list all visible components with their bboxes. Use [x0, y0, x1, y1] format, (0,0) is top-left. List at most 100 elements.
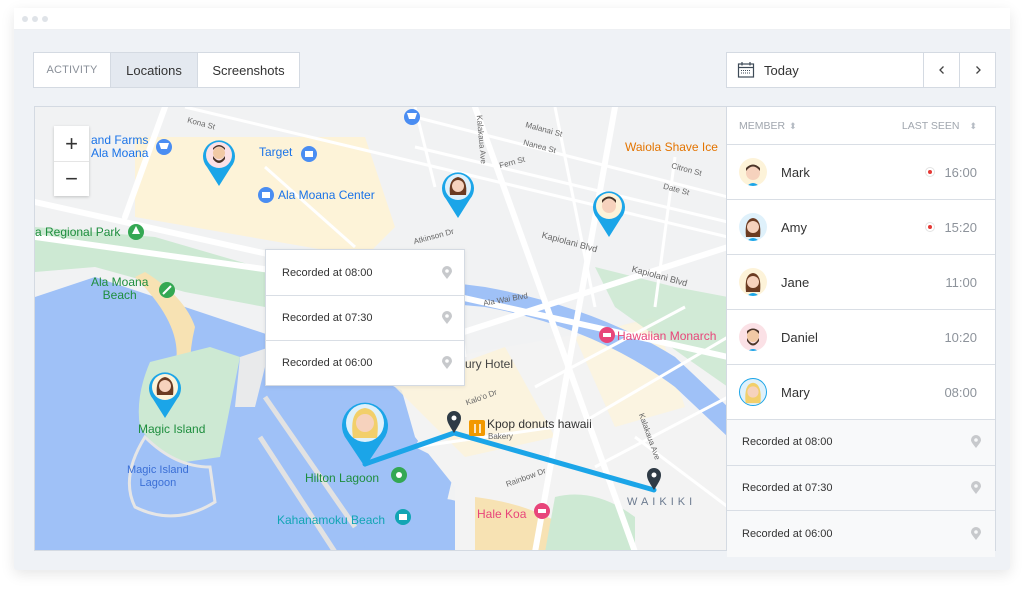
recording-label: Recorded at 07:30 — [282, 312, 373, 324]
member-pin-daniel[interactable] — [201, 137, 237, 187]
view-tabs: ACTIVITY Locations Screenshots — [33, 52, 300, 88]
zoom-control: + − — [54, 126, 89, 196]
location-pin-icon — [971, 435, 981, 449]
map-view[interactable]: and Farms Ala Moana Target Ala Moana Cent… — [34, 106, 727, 551]
member-name: Mark — [781, 164, 810, 180]
tab-activity[interactable]: ACTIVITY — [34, 53, 110, 87]
place-label[interactable]: Waiola Shave Ice — [625, 140, 718, 154]
window-dot — [42, 15, 48, 22]
location-pin-icon — [442, 265, 452, 279]
place-label[interactable]: Kpop donuts hawaii — [487, 417, 592, 431]
member-pin-mark[interactable] — [591, 188, 627, 238]
member-pin-amy[interactable] — [440, 169, 476, 219]
place-label[interactable]: Magic Island — [138, 422, 205, 436]
place-label[interactable]: ury Hotel — [465, 357, 513, 371]
location-pin-icon — [442, 356, 452, 369]
member-name: Amy — [781, 219, 807, 235]
last-seen-header-label: LAST SEEN — [901, 119, 960, 132]
place-label[interactable]: Ala Moana Beach — [91, 276, 148, 302]
location-pin-icon — [971, 480, 981, 494]
recording-label: Recorded at 08:00 — [282, 266, 373, 279]
member-column-header[interactable]: MEMBER ⬍ — [739, 120, 797, 132]
poi-tree-icon[interactable] — [128, 224, 144, 240]
district-label: WAIKIKI — [627, 496, 697, 508]
chevron-left-icon — [938, 66, 944, 74]
calendar-icon — [737, 62, 755, 78]
avatar — [739, 158, 767, 186]
recording-label: Recorded at 06:00 — [742, 527, 833, 540]
poi-park-pin-icon[interactable] — [391, 467, 407, 483]
recording-item[interactable]: Recorded at 08:00 — [727, 420, 995, 466]
last-seen-time: 11:00 — [945, 274, 977, 290]
last-seen-time: 08:00 — [944, 384, 977, 400]
poi-beach-icon[interactable] — [159, 282, 175, 298]
member-pin-jane[interactable] — [147, 369, 183, 419]
window-dot — [32, 15, 38, 22]
avatar — [739, 213, 767, 241]
next-day-button[interactable] — [959, 53, 995, 87]
place-label[interactable]: and Farms Ala Moana — [91, 134, 148, 160]
avatar — [739, 378, 767, 406]
sort-icon: ⬍ — [789, 120, 797, 131]
place-label[interactable]: Ala Moana Center — [278, 188, 375, 202]
recordings-popup: Recorded at 08:00 Recorded at 07:30 Reco… — [265, 249, 465, 386]
members-table-header: MEMBER ⬍ LAST SEEN ⬍ — [727, 107, 995, 145]
location-pin-icon — [971, 526, 981, 540]
member-row-jane[interactable]: Jane 11:00 — [727, 255, 995, 310]
recording-label: Recorded at 06:00 — [282, 357, 373, 369]
poi-shopping-bag-icon[interactable] — [301, 146, 317, 162]
member-row-mark[interactable]: Mark 16:00 — [727, 145, 995, 200]
tab-screenshots[interactable]: Screenshots — [198, 53, 299, 87]
zoom-out-button[interactable]: − — [54, 161, 89, 196]
title-bar — [14, 8, 1010, 30]
poi-cart-icon[interactable] — [404, 109, 420, 125]
poi-camera-icon[interactable] — [395, 509, 411, 525]
recording-item[interactable]: Recorded at 07:30 — [727, 465, 995, 511]
poi-cart-icon[interactable] — [156, 139, 172, 155]
member-name: Mary — [781, 384, 810, 400]
chevron-right-icon — [975, 66, 981, 74]
recording-label: Recorded at 08:00 — [742, 436, 833, 449]
date-picker-button[interactable]: Today — [727, 53, 923, 87]
place-label[interactable]: Magic Island Lagoon — [127, 464, 189, 490]
prev-day-button[interactable] — [923, 53, 959, 87]
member-row-mary[interactable]: Mary 08:00 — [727, 365, 995, 420]
window-dot — [22, 15, 28, 22]
poi-hotel-icon[interactable] — [534, 503, 550, 519]
recording-label: Recorded at 07:30 — [742, 481, 833, 494]
recording-item[interactable]: Recorded at 06:00 — [727, 511, 995, 557]
tab-locations[interactable]: Locations — [110, 53, 198, 87]
place-label[interactable]: Target — [259, 145, 292, 159]
poi-food-icon[interactable] — [469, 420, 485, 436]
sort-icon: ⬍ — [969, 120, 977, 131]
place-label[interactable]: Hawaiian Monarch — [617, 329, 716, 343]
place-label[interactable]: a Regional Park — [35, 225, 120, 239]
location-pin-icon — [442, 311, 452, 324]
last-seen-time: 10:20 — [944, 329, 977, 345]
popup-recording-item[interactable]: Recorded at 06:00 — [266, 340, 464, 385]
member-name: Jane — [781, 274, 810, 290]
popup-recording-item[interactable]: Recorded at 08:00 — [266, 250, 464, 295]
members-panel: MEMBER ⬍ LAST SEEN ⬍ Mark 16:00 Amy 15:20 … — [726, 106, 996, 557]
popup-recording-item[interactable]: Recorded at 07:30 — [266, 295, 464, 340]
member-row-daniel[interactable]: Daniel 10:20 — [727, 310, 995, 365]
member-header-label: MEMBER — [739, 119, 786, 132]
poi-hotel-icon[interactable] — [599, 327, 615, 343]
zoom-in-button[interactable]: + — [54, 126, 89, 161]
poi-shopping-bag-icon[interactable] — [258, 187, 274, 203]
avatar — [739, 268, 767, 296]
place-label[interactable]: Hilton Lagoon — [305, 471, 379, 485]
member-pin-mary[interactable] — [339, 398, 391, 468]
app-window: ACTIVITY Locations Screenshots Today and… — [14, 8, 1010, 570]
place-label[interactable]: Kahanamoku Beach — [277, 513, 385, 527]
last-seen-time: 15:20 — [944, 219, 977, 235]
last-seen-time: 16:00 — [944, 164, 977, 180]
member-row-amy[interactable]: Amy 15:20 — [727, 200, 995, 255]
date-label: Today — [764, 62, 799, 78]
place-sublabel: Bakery — [488, 432, 513, 441]
place-label[interactable]: Hale Koa — [477, 507, 526, 521]
last-seen-column-header[interactable]: LAST SEEN ⬍ — [902, 120, 977, 132]
live-indicator — [925, 167, 936, 177]
date-selector: Today — [726, 52, 996, 88]
avatar — [739, 323, 767, 351]
